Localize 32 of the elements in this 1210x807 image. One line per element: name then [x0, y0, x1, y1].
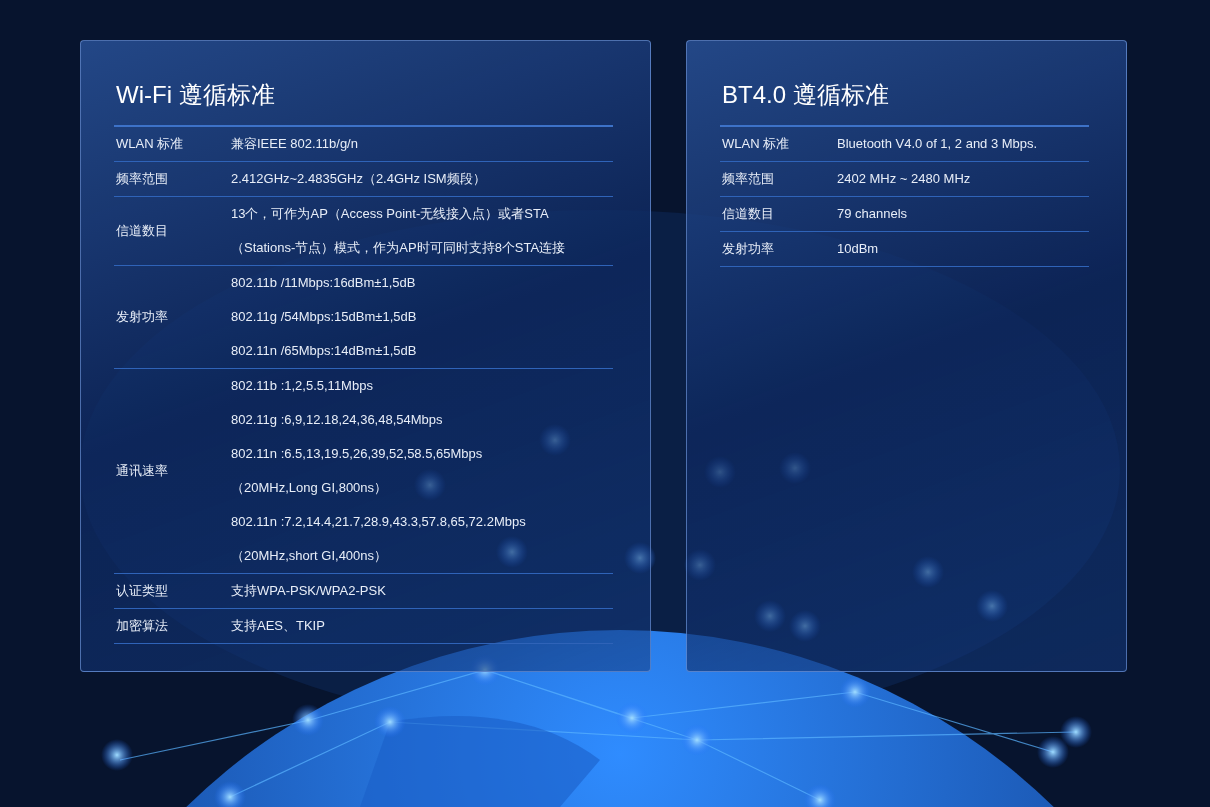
- spec-label: 通讯速率: [115, 462, 169, 480]
- spec-value: 802.11n :6.5,13,19.5,26,39,52,58.5,65Mbps: [231, 445, 484, 463]
- spec-value: Bluetooth V4.0 of 1, 2 and 3 Mbps.: [837, 135, 1038, 153]
- spec-value: 兼容IEEE 802.11b/g/n: [231, 135, 358, 153]
- spec-value: （20MHz,Long GI,800ns）: [231, 479, 389, 497]
- spec-label: 频率范围: [115, 170, 169, 188]
- spec-value: 802.11b /11Mbps:16dBm±1,5dB: [231, 274, 417, 292]
- card-title: BT4.0 遵循标准: [722, 80, 890, 110]
- spec-label: 信道数目: [721, 205, 775, 223]
- spec-value: 802.11b :1,2,5.5,11Mbps: [231, 377, 374, 395]
- spec-value: 802.11g :6,9,12.18,24,36,48,54Mbps: [231, 411, 444, 429]
- spec-value: 802.11n :7.2,14.4,21.7,28.9,43.3,57.8,65,72.2Mbps: [231, 513, 526, 531]
- card-title: Wi-Fi 遵循标准: [116, 80, 276, 110]
- spec-value: 802.11g /54Mbps:15dBm±1,5dB: [231, 308, 417, 326]
- spec-value: 支持AES、TKIP: [231, 617, 325, 635]
- spec-value: 2.412GHz~2.4835GHz（2.4GHz ISM频段）: [231, 170, 486, 188]
- spec-label: WLAN 标准: [721, 135, 791, 153]
- spec-value: 13个，可作为AP（Access Point-无线接入点）或者STA: [231, 205, 550, 223]
- spec-value: （20MHz,short GI,400ns）: [231, 547, 389, 565]
- spec-label: WLAN 标准: [115, 135, 185, 153]
- spec-label: 频率范围: [721, 170, 775, 188]
- spec-value: （Stations-节点）模式，作为AP时可同时支持8个STA连接: [231, 239, 566, 257]
- spec-value: 79 channels: [837, 205, 908, 223]
- spec-value: 10dBm: [837, 240, 879, 258]
- spec-label: 认证类型: [115, 582, 169, 600]
- spec-label: 发射功率: [721, 240, 775, 258]
- spec-label: 发射功率: [115, 308, 169, 326]
- spec-value: 802.11n /65Mbps:14dBm±1,5dB: [231, 342, 417, 360]
- spec-label: 信道数目: [115, 222, 169, 240]
- spec-value: 支持WPA-PSK/WPA2-PSK: [231, 582, 386, 600]
- spec-label: 加密算法: [115, 617, 169, 635]
- spec-value: 2402 MHz ~ 2480 MHz: [837, 170, 971, 188]
